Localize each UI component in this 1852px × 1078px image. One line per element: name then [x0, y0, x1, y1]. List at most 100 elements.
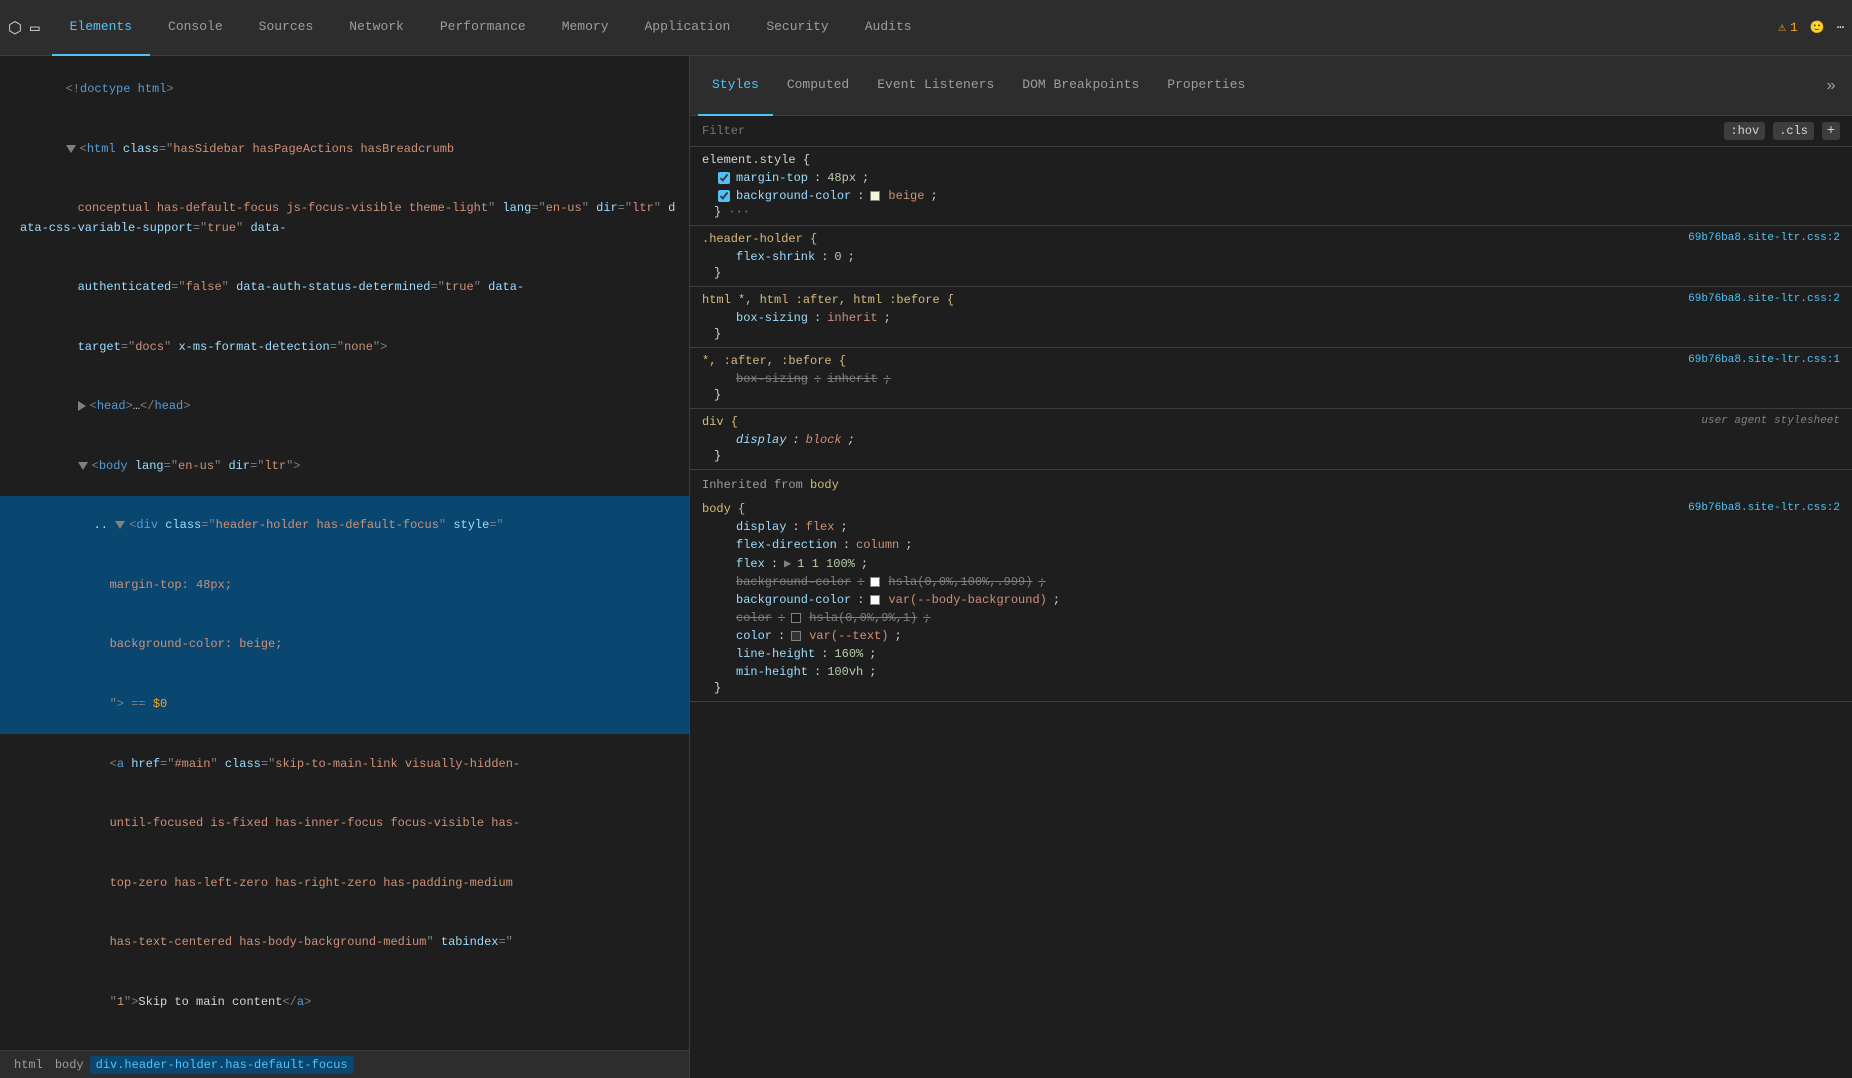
header-holder-source[interactable]: 69b76ba8.site-ltr.css:2 — [1688, 232, 1840, 244]
bg-hsla-swatch[interactable] — [870, 577, 880, 587]
html-star-rule-header: html *, html :after, html :before { 69b7… — [702, 293, 1840, 307]
emoji-icon: 🙂 — [1810, 20, 1825, 35]
body-rule-header: body { 69b76ba8.site-ltr.css:2 — [702, 502, 1840, 516]
style-flex-row: flex : ▶ 1 1 100% ; — [702, 554, 1840, 573]
body-rule: body { 69b76ba8.site-ltr.css:2 display :… — [690, 496, 1852, 702]
style-box-sizing-inherit-row: box-sizing : inherit ; — [702, 309, 1840, 327]
device-icon[interactable]: ▭ — [30, 18, 40, 38]
dom-tree[interactable]: <!doctype html> <html class="hasSidebar … — [0, 56, 689, 1050]
style-flex-shrink-row: flex-shrink : 0 ; — [702, 248, 1840, 266]
more-tabs-button[interactable]: » — [1818, 77, 1844, 95]
tab-computed[interactable]: Computed — [773, 56, 863, 116]
dom-header-holder[interactable]: .. <div class="header-holder has-default… — [0, 496, 689, 556]
header-holder-rule-header: .header-holder { 69b76ba8.site-ltr.css:2 — [702, 232, 1840, 246]
filter-bar: :hov .cls + — [690, 116, 1852, 147]
cls-button[interactable]: .cls — [1773, 122, 1814, 140]
star-after-before-close-brace: } — [702, 388, 1840, 402]
html-star-selector: html *, html :after, html :before { — [702, 293, 954, 307]
color-hsla-swatch[interactable] — [791, 613, 801, 623]
header-holder-rule: .header-holder { 69b76ba8.site-ltr.css:2… — [690, 226, 1852, 287]
warning-badge: ⚠ 1 — [1778, 20, 1798, 35]
warning-icon: ⚠ — [1778, 20, 1786, 35]
flex-expand-icon[interactable]: ▶ — [784, 556, 791, 571]
hov-button[interactable]: :hov — [1724, 122, 1765, 140]
styles-panel: element.style { margin-top : 48px ; back… — [690, 147, 1852, 1078]
element-style-close-brace: } ··· — [702, 205, 1840, 219]
color-var-swatch[interactable] — [791, 631, 801, 641]
devtools-icons: ⬡ ▭ — [8, 18, 40, 38]
dom-header-holder-style1: margin-top: 48px; — [0, 556, 689, 616]
tab-audits[interactable]: Audits — [847, 0, 930, 56]
header-holder-selector: .header-holder { — [702, 232, 817, 246]
tab-elements[interactable]: Elements — [52, 0, 150, 56]
tab-styles[interactable]: Styles — [698, 56, 773, 116]
tab-sources[interactable]: Sources — [241, 0, 332, 56]
body-rule-close-brace: } — [702, 681, 1840, 695]
tab-performance[interactable]: Performance — [422, 0, 544, 56]
inherited-from-body: Inherited from body — [690, 470, 1852, 496]
left-panel: <!doctype html> <html class="hasSidebar … — [0, 56, 690, 1078]
dom-body[interactable]: <body lang="en-us" dir="ltr"> — [0, 437, 689, 497]
secondary-tabs: Styles Computed Event Listeners DOM Brea… — [690, 56, 1852, 116]
dom-header-holder-style2: background-color: beige; — [0, 615, 689, 675]
star-after-before-source[interactable]: 69b76ba8.site-ltr.css:1 — [1688, 354, 1840, 366]
dom-header-holder-close: "> == $0 — [0, 675, 689, 735]
bg-beige-checkbox[interactable] — [718, 190, 730, 202]
tab-event-listeners[interactable]: Event Listeners — [863, 56, 1008, 116]
html-star-rule: html *, html :after, html :before { 69b7… — [690, 287, 1852, 348]
element-style-header: element.style { — [702, 153, 1840, 167]
inherited-target: body — [810, 478, 839, 492]
expand-body[interactable] — [78, 462, 88, 470]
expand-html[interactable] — [66, 145, 76, 153]
tab-security[interactable]: Security — [748, 0, 846, 56]
style-color-var-row: color : var(--text) ; — [702, 627, 1840, 645]
top-tab-bar: ⬡ ▭ Elements Console Sources Network Per… — [0, 0, 1852, 56]
beige-color-swatch[interactable] — [870, 191, 880, 201]
style-flex-direction-row: flex-direction : column ; — [702, 536, 1840, 554]
dom-headerareaholder[interactable]: <div id="headerAreaHolder" data-bi-name=… — [0, 1032, 689, 1050]
dom-skip-link[interactable]: <a href="#main" class="skip-to-main-link… — [0, 734, 689, 794]
style-min-height-row: min-height : 100vh ; — [702, 663, 1840, 681]
dom-head[interactable]: <head>…</head> — [0, 377, 689, 437]
dom-html-open[interactable]: <html class="hasSidebar hasPageActions h… — [0, 120, 689, 180]
star-after-before-rule: *, :after, :before { 69b76ba8.site-ltr.c… — [690, 348, 1852, 409]
breadcrumb-html[interactable]: html — [8, 1056, 49, 1074]
style-margin-top-row: margin-top : 48px ; — [702, 169, 1840, 187]
style-bg-beige-row: background-color : beige ; — [702, 187, 1840, 205]
dom-html-attrs2: authenticated="false" data-auth-status-d… — [0, 258, 689, 318]
dom-skip-link4: has-text-centered has-body-background-me… — [0, 913, 689, 973]
element-style-rule: element.style { margin-top : 48px ; back… — [690, 147, 1852, 226]
breadcrumb-bar: html body div.header-holder.has-default-… — [0, 1050, 689, 1078]
div-useragent-close-brace: } — [702, 449, 1840, 463]
bg-var-swatch[interactable] — [870, 595, 880, 605]
style-bg-var-row: background-color : var(--body-background… — [702, 591, 1840, 609]
cursor-icon[interactable]: ⬡ — [8, 18, 22, 38]
dom-html-attrs3: target="docs" x-ms-format-detection="non… — [0, 317, 689, 377]
body-source[interactable]: 69b76ba8.site-ltr.css:2 — [1688, 502, 1840, 514]
header-holder-close-brace: } — [702, 266, 1840, 280]
star-after-before-selector: *, :after, :before { — [702, 354, 846, 368]
tab-properties[interactable]: Properties — [1153, 56, 1259, 116]
main-layout: <!doctype html> <html class="hasSidebar … — [0, 56, 1852, 1078]
expand-header-holder[interactable] — [115, 521, 125, 529]
tab-dom-breakpoints[interactable]: DOM Breakpoints — [1008, 56, 1153, 116]
tab-network[interactable]: Network — [331, 0, 422, 56]
top-tab-right: ⚠ 1 🙂 ⋯ — [1778, 20, 1844, 35]
breadcrumb-body[interactable]: body — [49, 1056, 90, 1074]
add-style-button[interactable]: + — [1822, 122, 1840, 140]
div-selector: div { — [702, 415, 738, 429]
element-style-more[interactable]: ··· — [728, 205, 750, 219]
breadcrumb-header-holder[interactable]: div.header-holder.has-default-focus — [90, 1056, 354, 1074]
dom-skip-link2: until-focused is-fixed has-inner-focus f… — [0, 794, 689, 854]
margin-top-checkbox[interactable] — [718, 172, 730, 184]
html-star-source[interactable]: 69b76ba8.site-ltr.css:2 — [1688, 293, 1840, 305]
html-star-close-brace: } — [702, 327, 1840, 341]
tab-console[interactable]: Console — [150, 0, 241, 56]
more-icon[interactable]: ⋯ — [1837, 20, 1844, 35]
filter-input[interactable] — [702, 124, 1716, 138]
dom-html-attrs: conceptual has-default-focus js-focus-vi… — [0, 179, 689, 258]
tab-memory[interactable]: Memory — [544, 0, 627, 56]
tab-application[interactable]: Application — [627, 0, 749, 56]
expand-head[interactable] — [78, 401, 86, 411]
dom-doctype: <!doctype html> — [0, 60, 689, 120]
